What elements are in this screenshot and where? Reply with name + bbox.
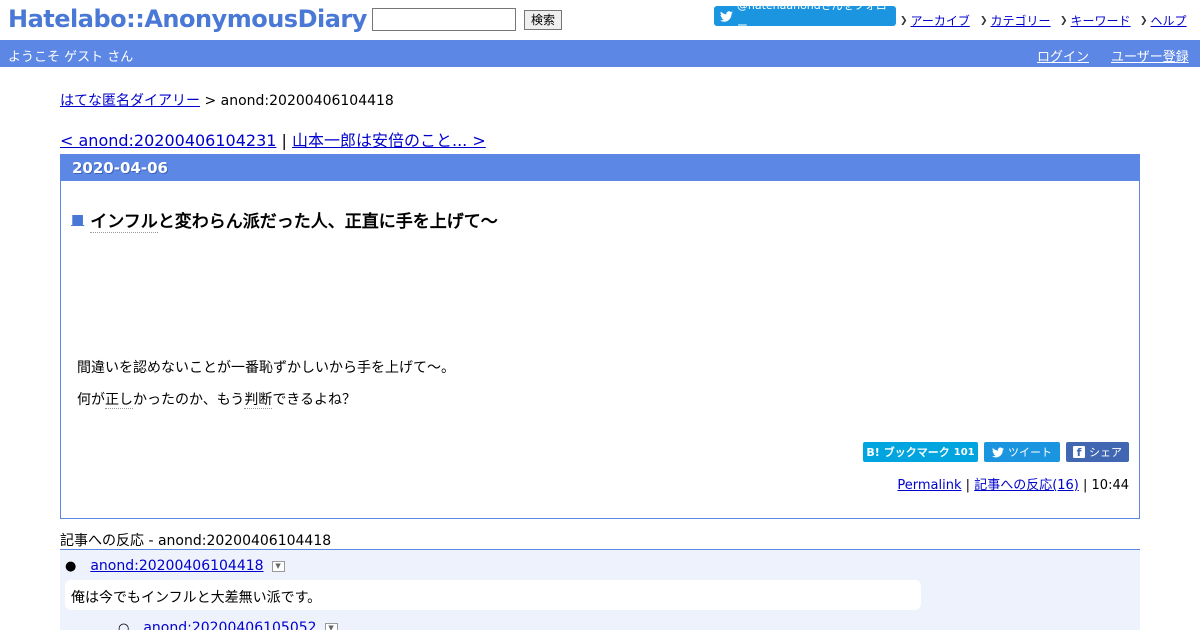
breadcrumb: はてな匿名ダイアリー > anond:20200406104418 — [60, 90, 394, 110]
arrow-icon: ❯ — [980, 15, 988, 26]
tweet-button[interactable]: ツイート — [984, 442, 1060, 462]
nav-help-link[interactable]: ヘルプ — [1151, 12, 1187, 29]
breadcrumb-separator: > — [200, 93, 221, 109]
prev-next-nav: < anond:20200406104231 | 山本一郎は安倍のこと... > — [60, 127, 486, 151]
follow-label: @hatenaanondさんをフォロー — [736, 0, 887, 32]
day-date: 2020-04-06 — [72, 159, 168, 177]
title-keyword[interactable]: インフル — [90, 212, 158, 233]
list-item: ● anond:20200406104418 ▼ — [65, 558, 285, 574]
expand-toggle-icon[interactable]: ▼ — [271, 560, 285, 572]
expand-toggle-icon[interactable]: ▼ — [324, 622, 338, 630]
permalink-link[interactable]: Permalink — [897, 478, 961, 493]
list-item: ○ anond:20200406105052 ▼ — [118, 620, 338, 630]
site-header: Hatelabo::AnonymousDiary 検索 @hatenaanond… — [0, 0, 1200, 40]
login-link[interactable]: ログイン — [1037, 46, 1089, 65]
reactions-link[interactable]: 記事への反応(16) — [974, 478, 1079, 493]
breadcrumb-current: anond:20200406104418 — [220, 93, 394, 109]
prev-next-separator: | — [276, 131, 292, 150]
entry-footer: Permalink | 記事への反応(16) | 10:44 — [897, 478, 1129, 493]
nav-category[interactable]: ❯ カテゴリー — [980, 12, 1051, 29]
site-logo[interactable]: Hatelabo::AnonymousDiary — [8, 5, 367, 33]
user-bar: ようこそ ゲスト さん ログイン ユーザー登録 — [0, 40, 1200, 67]
twitter-bird-icon — [992, 447, 1004, 457]
nav-help[interactable]: ❯ ヘルプ — [1140, 12, 1187, 29]
search-input[interactable] — [372, 8, 516, 31]
hatena-bookmark-button[interactable]: B! ブックマーク 101 — [863, 442, 978, 462]
bookmark-label: ブックマーク — [883, 446, 950, 459]
tweet-label: ツイート — [1008, 446, 1052, 459]
arrow-icon: ❯ — [900, 15, 908, 26]
reaction-link[interactable]: anond:20200406104418 — [90, 558, 263, 574]
register-link[interactable]: ユーザー登録 — [1111, 46, 1189, 65]
twitter-follow-button[interactable]: @hatenaanondさんをフォロー — [714, 0, 896, 32]
reactions-heading: 記事への反応 - anond:20200406104418 — [60, 533, 332, 549]
entry-paragraph-2: 何が正しかったのか、もう判断できるよね？ — [77, 389, 356, 409]
keyword-link[interactable]: 正し — [105, 392, 133, 409]
keyword-link[interactable]: 判断 — [244, 392, 273, 409]
nav-archive[interactable]: ❯ アーカイブ — [900, 12, 970, 29]
title-text: と変わらん派だった人、正直に手を上げて～ — [157, 212, 498, 232]
facebook-share-button[interactable]: f シェア — [1066, 442, 1129, 462]
breadcrumb-home-link[interactable]: はてな匿名ダイアリー — [60, 93, 200, 109]
reaction-body: 俺は今でもインフルと大差無い派です。 — [65, 580, 921, 610]
entry-permalink-marker[interactable]: ■ — [71, 212, 84, 228]
facebook-icon: f — [1073, 446, 1085, 459]
reactions-list: ● anond:20200406104418 ▼ 俺は今でもインフルと大差無い派… — [60, 549, 1140, 630]
nav-keyword-link[interactable]: キーワード — [1071, 12, 1131, 29]
entry-time: 10:44 — [1091, 478, 1129, 493]
twitter-bird-icon — [720, 10, 733, 22]
next-entry-link[interactable]: 山本一郎は安倍のこと... > — [292, 131, 486, 150]
prev-entry-link[interactable]: < anond:20200406104231 — [60, 131, 276, 150]
arrow-icon: ❯ — [1140, 15, 1148, 26]
share-label: シェア — [1089, 446, 1122, 459]
day-section: 2020-04-06 ■ インフルと変わらん派だった人、正直に手を上げて～ 間違… — [60, 154, 1140, 519]
bookmark-count: 101 — [953, 446, 975, 458]
entry-paragraph-1: 間違いを認めないことが一番恥ずかしいから手を上げて～。 — [77, 360, 455, 376]
nav-archive-link[interactable]: アーカイブ — [911, 12, 970, 29]
nav-keyword[interactable]: ❯ キーワード — [1060, 12, 1131, 29]
para2-text-c: できるよね？ — [272, 392, 357, 408]
bullet-icon: ● — [65, 558, 77, 574]
para2-text-a: 何が — [77, 392, 105, 408]
bullet-icon: ○ — [118, 620, 130, 630]
reaction-link[interactable]: anond:20200406105052 — [143, 620, 316, 630]
search-button[interactable]: 検索 — [524, 10, 562, 30]
nav-category-link[interactable]: カテゴリー — [991, 12, 1051, 29]
day-header: 2020-04-06 — [61, 155, 1139, 181]
arrow-icon: ❯ — [1060, 15, 1068, 26]
para2-text-b: かったのか、もう — [133, 392, 245, 408]
welcome-text: ようこそ ゲスト さん — [8, 50, 134, 65]
entry-title: ■ インフルと変わらん派だった人、正直に手を上げて～ — [71, 207, 498, 233]
hatena-bookmark-icon: B! — [866, 445, 880, 459]
